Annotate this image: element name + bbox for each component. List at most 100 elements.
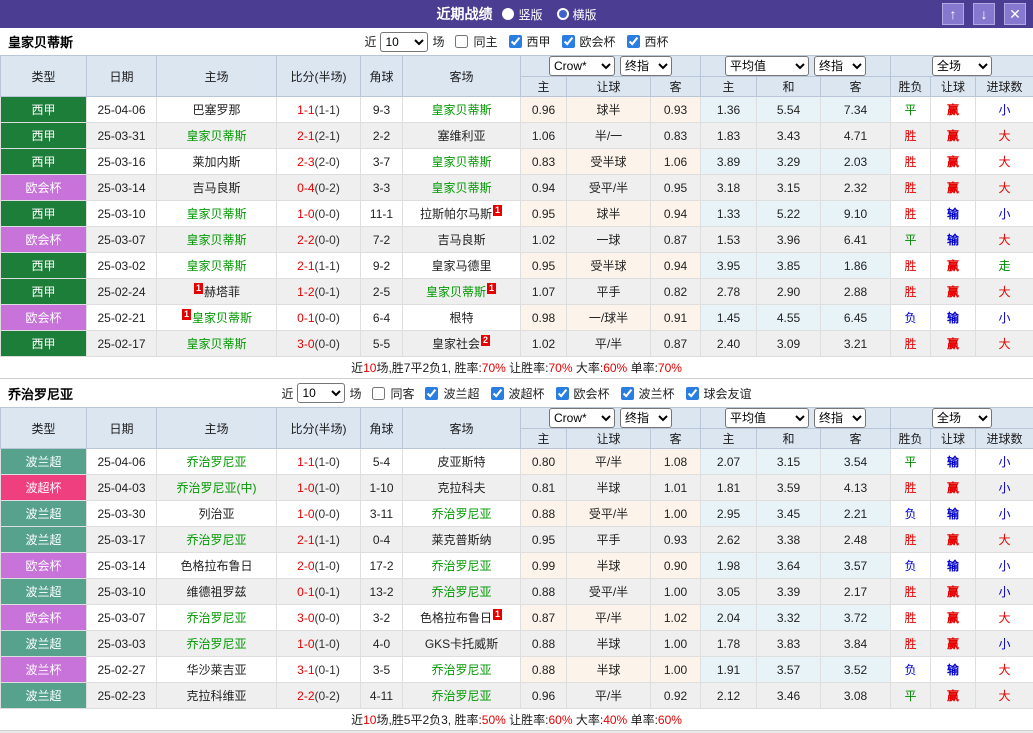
team-name[interactable]: 巴塞罗那 (192, 103, 240, 117)
section-summary: 近 10 场,胜7平2负1, 胜率: 70% 让胜率: 70% 大率: 60% 单率: 70… (0, 357, 1033, 379)
team-name[interactable]: 赫塔菲 (204, 285, 240, 299)
team-name[interactable]: 乔治罗尼亚 (186, 611, 246, 625)
result-goals: 小 (975, 304, 1033, 331)
average-select[interactable]: 平均值 (725, 56, 810, 76)
league-filter-checkbox[interactable] (620, 386, 634, 400)
handicap-away-odds: 0.93 (649, 526, 702, 553)
final-odds-select-2[interactable]: 终指 (814, 408, 867, 428)
move-up-button[interactable]: ↑ (942, 3, 964, 25)
league-filter-checkbox[interactable] (561, 35, 575, 48)
recent-results-window: 近期战绩 竖版 横版 ↑ ↓ ✕ 皇家贝蒂斯 近 10 场同主 西甲 欧会杯 西杯 (0, 0, 1033, 733)
team-name[interactable]: GKS卡托威斯 (425, 637, 498, 651)
team-name[interactable]: 皇家社会 (432, 337, 480, 351)
col-away: 客场 (402, 407, 521, 449)
team-name[interactable]: 乔治罗尼亚(中) (177, 481, 257, 495)
result-outcome: 胜 (890, 330, 932, 357)
section-team-title: 皇家贝蒂斯 (8, 35, 74, 50)
handicap-away-odds: 0.94 (649, 252, 702, 279)
team-name[interactable]: 乔治罗尼亚 (186, 455, 246, 469)
final-odds-select[interactable]: 终指 (620, 56, 672, 76)
final-odds-select[interactable]: 终指 (620, 408, 672, 428)
team-name[interactable]: 皇家贝蒂斯 (186, 233, 246, 247)
team-name[interactable]: 吉马良斯 (192, 181, 240, 195)
team-name[interactable]: 克拉科夫 (437, 481, 485, 495)
close-button[interactable]: ✕ (1004, 3, 1026, 25)
league-filter-checkbox[interactable] (490, 386, 504, 400)
halftime-score: (0-0) (314, 506, 340, 521)
team-name[interactable]: 莱克普斯纳 (431, 533, 491, 547)
match-count-select[interactable]: 10 (297, 383, 346, 403)
home-team-cell: 克拉科维亚 (156, 682, 277, 709)
team-name[interactable]: 克拉科维亚 (186, 689, 246, 703)
team-name[interactable]: 皮亚斯特 (437, 455, 485, 469)
handicap-away-odds: 1.06 (649, 148, 702, 175)
avg-home-odds: 1.36 (700, 96, 758, 123)
league-filter-checkbox[interactable] (685, 386, 699, 400)
team-name[interactable]: 皇家贝蒂斯 (431, 181, 491, 195)
home-team-cell: 1 皇家贝蒂斯 (156, 304, 277, 331)
full-match-select[interactable]: 全场 (932, 408, 993, 428)
bookmaker-select[interactable]: Crow* (549, 56, 615, 76)
away-team-cell: 莱克普斯纳 (402, 526, 521, 553)
window-title: 近期战绩 (436, 6, 493, 22)
result-handicap: 输 (930, 226, 977, 253)
result-handicap: 输 (930, 200, 977, 227)
team-name[interactable]: 皇家贝蒂斯 (186, 129, 246, 143)
team-name[interactable]: 皇家贝蒂斯 (431, 103, 491, 117)
team-name[interactable]: 华沙莱吉亚 (186, 663, 246, 677)
team-name[interactable]: 乔治罗尼亚 (431, 585, 491, 599)
full-match-select[interactable]: 全场 (932, 56, 993, 76)
team-name[interactable]: 根特 (449, 311, 473, 325)
league-filter-checkbox[interactable] (508, 35, 522, 48)
team-name[interactable]: 皇家贝蒂斯 (192, 311, 252, 325)
team-name[interactable]: 吉马良斯 (437, 233, 485, 247)
team-name[interactable]: 乔治罗尼亚 (431, 663, 491, 677)
halftime-score: (1-0) (314, 480, 340, 495)
results-table: 类型 日期 主场 比分(半场) 角球 客场 Crow* 终指 平均值 终指 全场 (0, 407, 1033, 709)
team-name[interactable]: 皇家贝蒂斯 (426, 285, 486, 299)
avg-home-odds: 2.07 (700, 448, 758, 475)
team-name[interactable]: 色格拉布鲁日 (420, 611, 492, 625)
home-team-cell: 皇家贝蒂斯 (156, 252, 277, 279)
avg-away-odds: 3.08 (820, 682, 892, 709)
avg-draw-odds: 3.45 (756, 500, 822, 527)
same-venue-checkbox[interactable] (372, 386, 386, 400)
summary-text: 大率: (572, 713, 604, 727)
league-filter-checkbox[interactable] (555, 386, 569, 400)
team-name[interactable]: 维德祖罗兹 (186, 585, 246, 599)
average-select[interactable]: 平均值 (725, 408, 810, 428)
team-name[interactable]: 塞维利亚 (437, 129, 485, 143)
handicap-line: 平/半 (566, 448, 651, 475)
team-name[interactable]: 拉斯帕尔马斯 (420, 207, 492, 221)
away-team-cell: 拉斯帕尔马斯 1 (402, 200, 521, 227)
team-name[interactable]: 皇家贝蒂斯 (431, 155, 491, 169)
team-name[interactable]: 乔治罗尼亚 (186, 533, 246, 547)
layout-horizontal-radio[interactable]: 横版 (556, 6, 597, 23)
team-name[interactable]: 乔治罗尼亚 (186, 637, 246, 651)
league-filter-checkbox[interactable] (425, 386, 439, 400)
team-name[interactable]: 列治亚 (198, 507, 234, 521)
fulltime-score: 3-1 (297, 662, 315, 677)
same-venue-checkbox[interactable] (455, 35, 469, 48)
team-name[interactable]: 皇家马德里 (431, 259, 491, 273)
team-name[interactable]: 乔治罗尼亚 (431, 507, 491, 521)
bookmaker-select[interactable]: Crow* (549, 408, 615, 428)
team-name[interactable]: 皇家贝蒂斯 (186, 259, 246, 273)
summary-text: 场,胜7平2负1, 胜率: (376, 361, 482, 375)
team-name[interactable]: 莱加内斯 (192, 155, 240, 169)
final-odds-select-2[interactable]: 终指 (814, 56, 867, 76)
match-count-select[interactable]: 10 (380, 31, 429, 52)
team-name[interactable]: 乔治罗尼亚 (431, 689, 491, 703)
move-down-button[interactable]: ↓ (973, 3, 995, 25)
team-name[interactable]: 乔治罗尼亚 (431, 559, 491, 573)
fulltime-score: 2-1 (297, 258, 315, 273)
result-goals: 大 (975, 278, 1033, 305)
team-name[interactable]: 皇家贝蒂斯 (186, 337, 246, 351)
team-name[interactable]: 皇家贝蒂斯 (186, 207, 246, 221)
section-team-title: 乔治罗尼亚 (8, 386, 74, 402)
league-badge: 波超杯 (0, 474, 87, 501)
team-name[interactable]: 色格拉布鲁日 (180, 559, 252, 573)
league-filter-checkbox[interactable] (626, 35, 640, 48)
red-card-badge: 2 (481, 335, 491, 346)
layout-vertical-radio[interactable]: 竖版 (502, 6, 543, 23)
